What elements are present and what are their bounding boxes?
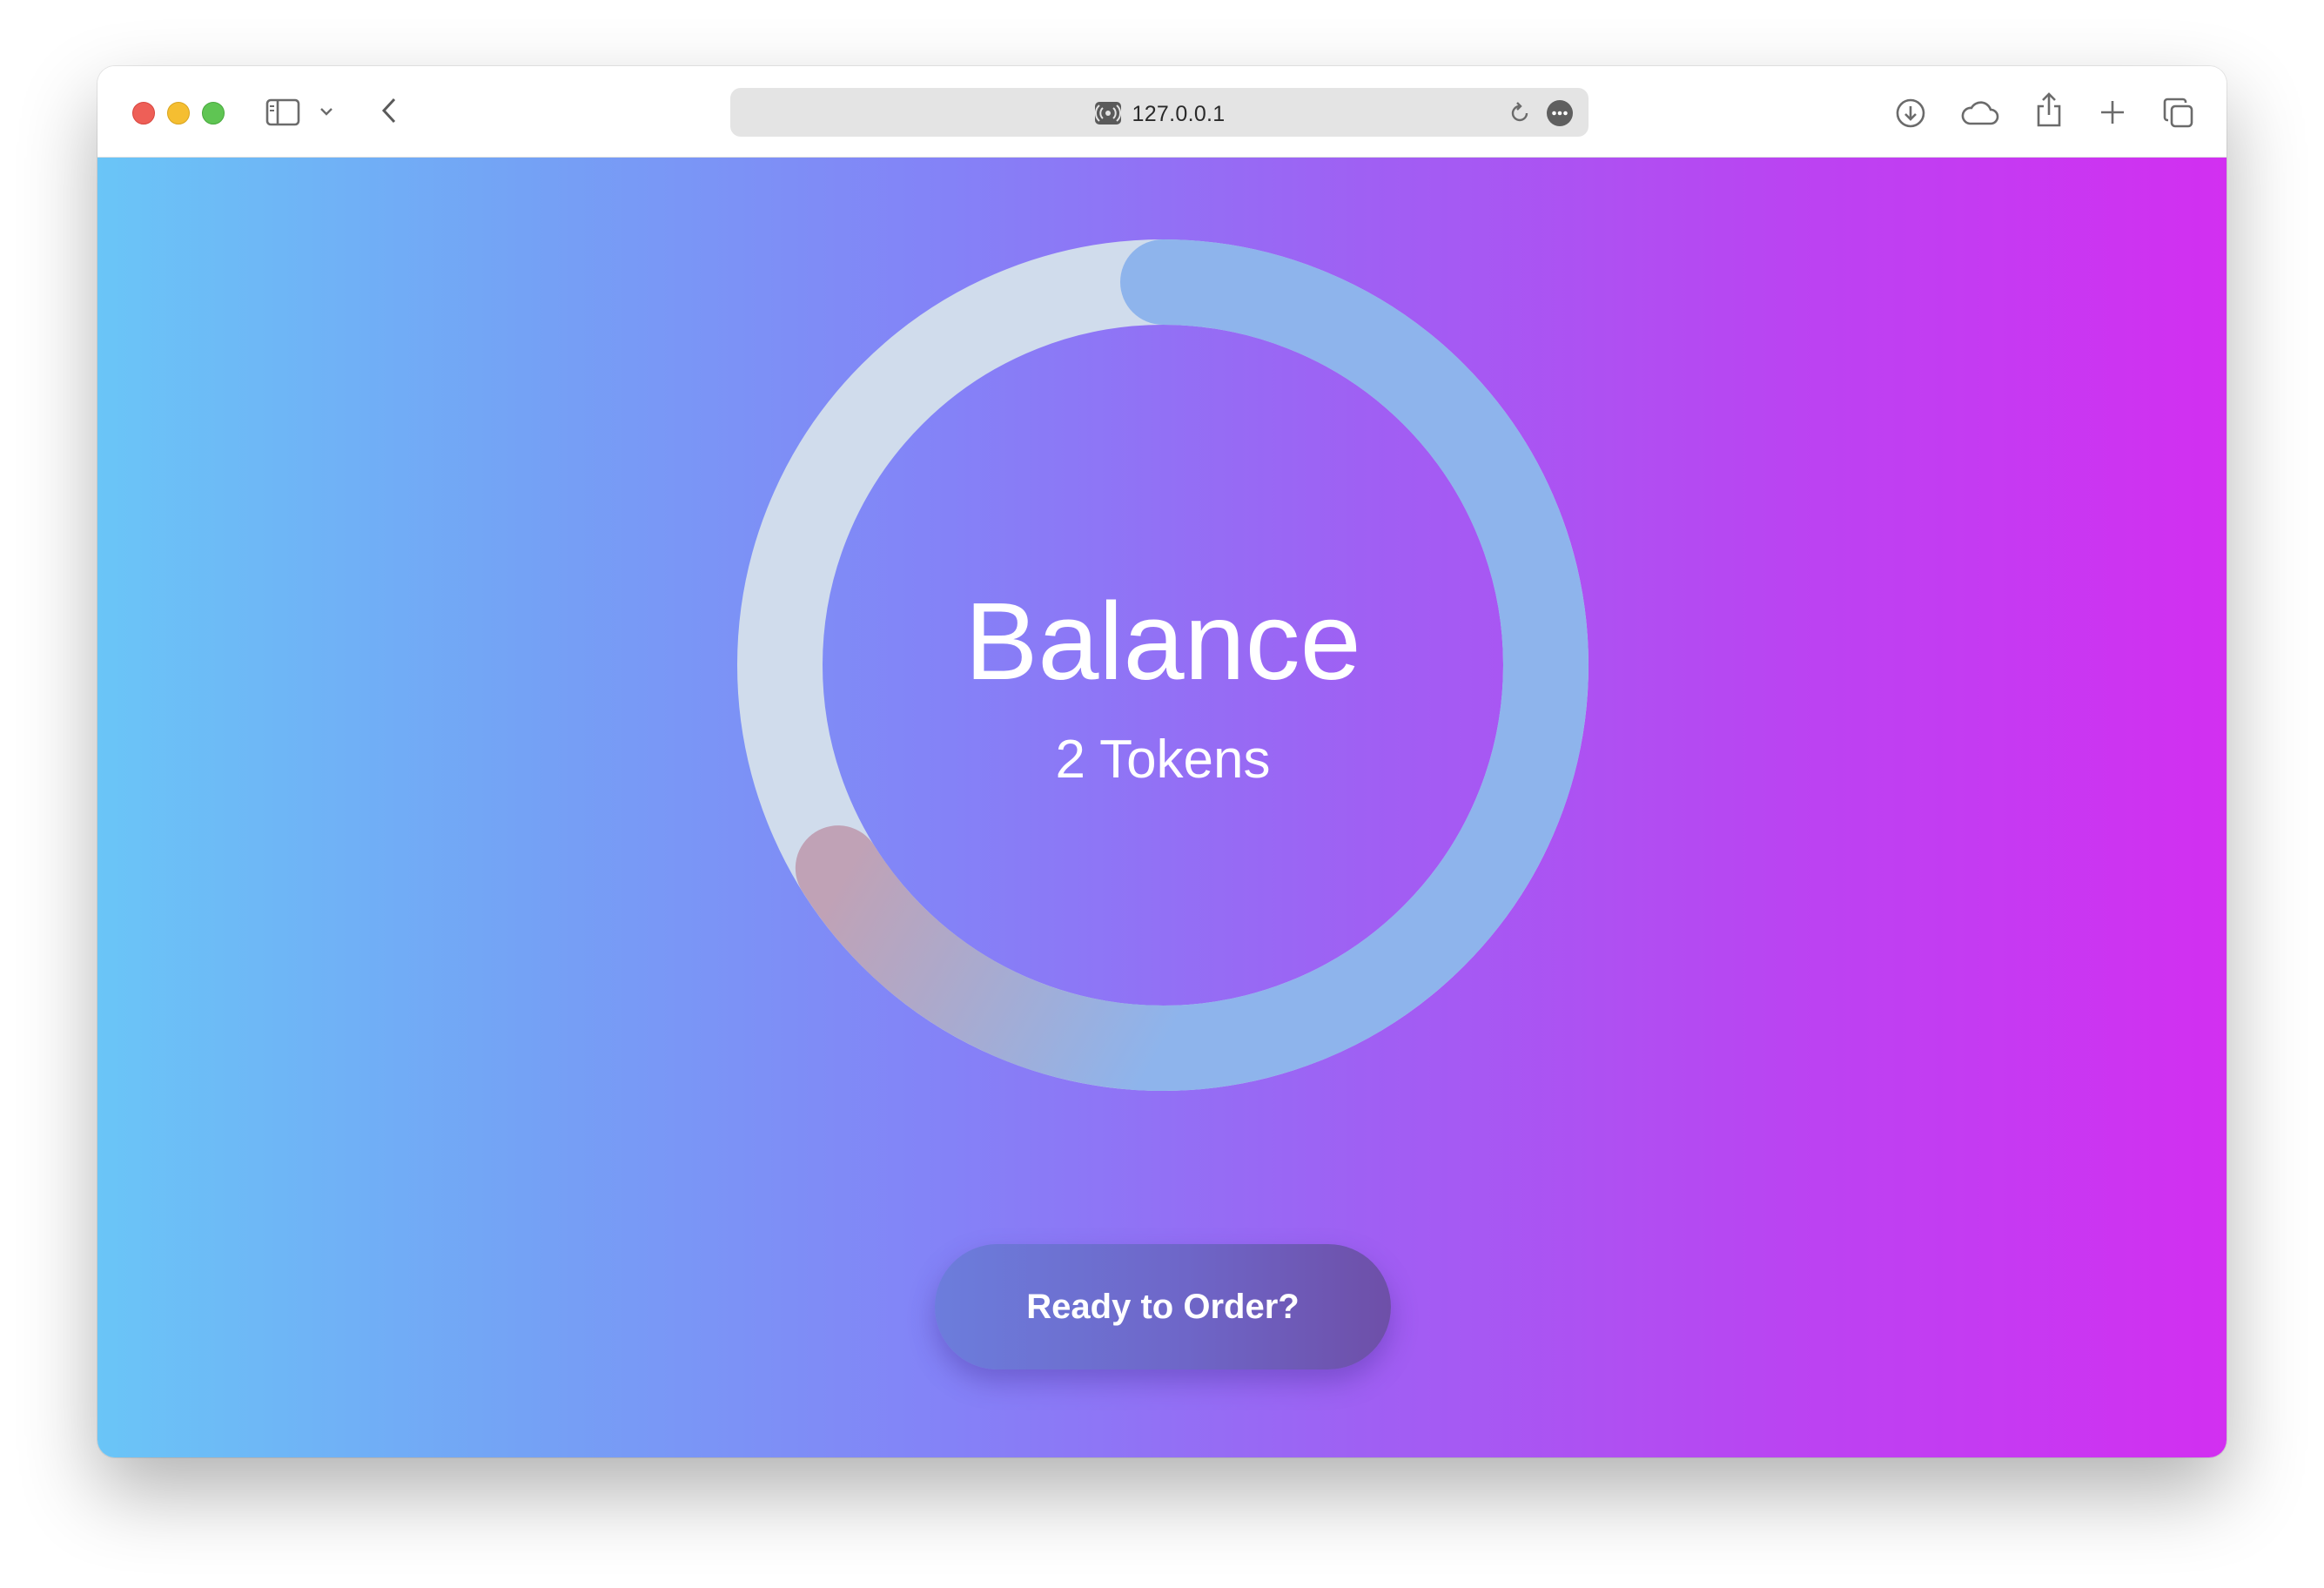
browser-toolbar: 127.0.0.1 [97,66,2227,158]
minimize-window-button[interactable] [167,102,190,124]
url-text: 127.0.0.1 [1132,102,1226,126]
more-icon[interactable] [1545,98,1575,128]
address-text-row: 127.0.0.1 [730,101,1589,131]
page-content: Balance 2 Tokens Ready to Order? [97,158,2227,1457]
ready-to-order-button[interactable]: Ready to Order? [935,1244,1391,1369]
chevron-down-icon[interactable] [319,103,334,120]
reload-icon[interactable] [1507,100,1533,126]
chevron-left-icon[interactable] [379,95,399,126]
sidebar-icon[interactable] [265,98,300,127]
broadcast-icon [1094,101,1122,131]
download-icon[interactable] [1893,96,1928,131]
zoom-window-button[interactable] [202,102,225,124]
balance-token-count: 2 Tokens [1055,730,1271,790]
plus-icon[interactable] [2098,98,2127,127]
share-icon[interactable] [2033,89,2065,131]
balance-display: Balance 2 Tokens [736,239,1589,1092]
balance-title: Balance [964,580,1361,703]
tabs-overview-icon[interactable] [2161,96,2196,131]
cloud-icon[interactable] [1958,96,2000,131]
close-window-button[interactable] [132,102,155,124]
address-bar[interactable]: 127.0.0.1 [730,88,1589,137]
browser-window: 127.0.0.1 Balance 2 Tokens Ready to Orde… [97,66,2227,1457]
